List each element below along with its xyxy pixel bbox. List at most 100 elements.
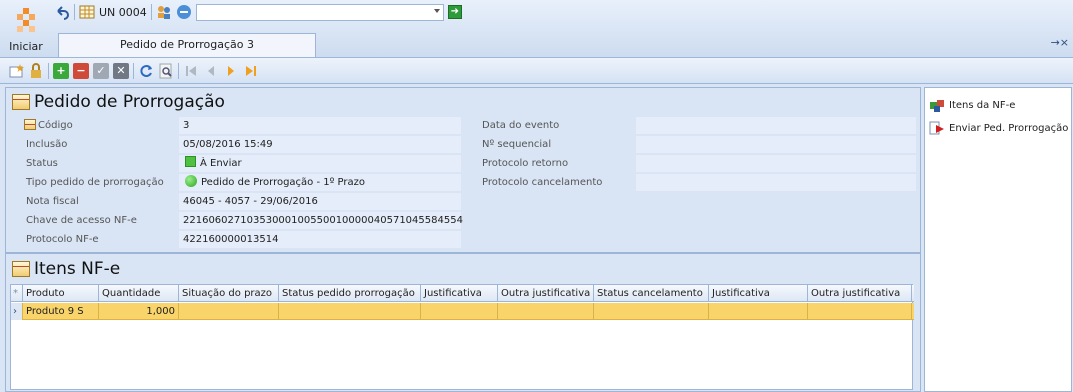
codigo-value[interactable]: 3 bbox=[179, 117, 461, 134]
field-protocolo-nfe: Protocolo NF-e 422160000013514 bbox=[6, 231, 466, 249]
field-protocolo-retorno: Protocolo retorno bbox=[476, 155, 916, 173]
data-evento-value[interactable] bbox=[636, 117, 916, 134]
cell-status-cancelamento[interactable] bbox=[594, 303, 709, 320]
previous-record-icon[interactable] bbox=[203, 63, 219, 79]
separator bbox=[74, 4, 75, 20]
cell-justificativa-2[interactable] bbox=[709, 303, 808, 320]
sequencial-value[interactable] bbox=[636, 136, 916, 153]
side-item-itens-nfe[interactable]: Itens da NF-e bbox=[929, 97, 1015, 113]
table-icon bbox=[12, 261, 30, 277]
side-item-label: Enviar Ped. Prorrogação bbox=[949, 122, 1069, 134]
tab-pedido-prorrogacao[interactable]: Pedido de Prorrogação 3 bbox=[58, 33, 316, 57]
col-header[interactable]: Quantidade bbox=[99, 285, 179, 302]
cell-quantidade[interactable]: 1,000 bbox=[99, 303, 179, 320]
field-nota-fiscal: Nota fiscal 46045 - 4057 - 29/06/2016 bbox=[6, 193, 466, 211]
page-title: Pedido de Prorrogação bbox=[34, 92, 225, 112]
inclusao-value[interactable]: 05/08/2016 15:49 bbox=[179, 136, 461, 153]
start-logo-icon bbox=[17, 8, 35, 32]
cell-situacao[interactable] bbox=[179, 303, 279, 320]
field-codigo: Código 3 bbox=[6, 117, 466, 135]
record-toolbar: + − ✓ ✕ bbox=[0, 58, 1073, 84]
field-label: Protocolo NF-e bbox=[26, 234, 99, 245]
protocolo-cancelamento-value[interactable] bbox=[636, 174, 916, 191]
field-label: Nota fiscal bbox=[26, 196, 79, 207]
col-header[interactable]: Justificativa bbox=[709, 285, 808, 302]
field-label: Status bbox=[26, 158, 58, 169]
separator bbox=[133, 62, 134, 79]
field-label: Nº sequencial bbox=[482, 139, 552, 150]
last-record-icon[interactable] bbox=[243, 63, 259, 79]
col-header[interactable]: Produto bbox=[23, 285, 99, 302]
go-arrow-button[interactable]: ➜ bbox=[447, 5, 462, 19]
separator bbox=[48, 62, 49, 79]
status-value[interactable]: À Enviar bbox=[179, 155, 461, 172]
cell-outra-justificativa[interactable] bbox=[498, 303, 594, 320]
table-icon bbox=[12, 94, 30, 110]
side-item-enviar-pedido[interactable]: Enviar Ped. Prorrogação bbox=[929, 120, 1068, 136]
field-label: Data do evento bbox=[482, 120, 560, 131]
tab-close-controls[interactable]: →× bbox=[1051, 36, 1069, 49]
users-icon[interactable] bbox=[156, 4, 172, 20]
field-protocolo-cancelamento: Protocolo cancelamento bbox=[476, 174, 916, 192]
cell-status-pedido[interactable] bbox=[279, 303, 421, 320]
items-icon bbox=[930, 100, 944, 112]
field-label: Protocolo retorno bbox=[482, 158, 569, 169]
col-header[interactable]: Status cancelamento bbox=[594, 285, 709, 302]
header-title-row: Pedido de Prorrogação bbox=[12, 92, 225, 112]
actions-side-panel: Itens da NF-e Enviar Ped. Prorrogação bbox=[924, 87, 1072, 392]
cancel-button[interactable]: ✕ bbox=[113, 62, 129, 79]
separator bbox=[178, 62, 179, 79]
separator bbox=[150, 4, 152, 20]
field-label: Código bbox=[24, 117, 73, 135]
chave-acesso-value[interactable]: 2216060271035300010055001000004057104558… bbox=[179, 212, 463, 229]
col-header[interactable]: Situação do prazo bbox=[179, 285, 279, 302]
row-indicator: › bbox=[11, 303, 23, 320]
send-icon bbox=[929, 121, 944, 135]
start-label: Iniciar bbox=[9, 40, 43, 53]
grid-header: * Produto Quantidade Situação do prazo S… bbox=[11, 285, 914, 302]
col-header[interactable]: Outra justificativa bbox=[498, 285, 594, 302]
start-button[interactable]: Iniciar bbox=[4, 2, 48, 56]
chevron-down-icon[interactable] bbox=[433, 8, 440, 13]
col-header[interactable]: Justificativa bbox=[421, 285, 498, 302]
col-header[interactable]: Outra justificativa bbox=[808, 285, 912, 302]
status-green-icon bbox=[185, 156, 196, 167]
next-record-icon[interactable] bbox=[223, 63, 239, 79]
cell-outra-justificativa-2[interactable] bbox=[808, 303, 912, 320]
field-label: Tipo pedido de prorrogação bbox=[26, 177, 164, 188]
new-record-icon[interactable] bbox=[8, 63, 24, 79]
status-dot-icon bbox=[185, 175, 197, 187]
field-inclusao: Inclusão 05/08/2016 15:49 bbox=[6, 136, 466, 154]
calendar-grid-icon[interactable] bbox=[79, 4, 95, 20]
field-data-evento: Data do evento bbox=[476, 117, 916, 135]
undo-icon[interactable] bbox=[54, 4, 70, 20]
nota-fiscal-value[interactable]: 46045 - 4057 - 29/06/2016 bbox=[179, 193, 461, 210]
cell-produto[interactable]: Produto 9 S bbox=[23, 303, 99, 320]
remove-button[interactable]: − bbox=[73, 62, 89, 79]
col-header[interactable]: Status pedido prorrogação bbox=[279, 285, 421, 302]
exchange-icon[interactable] bbox=[176, 4, 192, 20]
protocolo-nfe-value[interactable]: 422160000013514 bbox=[179, 231, 461, 248]
items-grid[interactable]: * Produto Quantidade Situação do prazo S… bbox=[10, 284, 914, 390]
field-label: Protocolo cancelamento bbox=[482, 177, 603, 188]
cell-justificativa[interactable] bbox=[421, 303, 498, 320]
unit-label[interactable]: UN 0004 bbox=[99, 6, 147, 19]
field-label: Chave de acesso NF-e bbox=[26, 215, 137, 226]
field-chave-acesso: Chave de acesso NF-e 2216060271035300010… bbox=[6, 212, 466, 230]
command-combobox[interactable] bbox=[195, 3, 444, 21]
field-status: Status À Enviar bbox=[6, 155, 466, 173]
items-title-row: Itens NF-e bbox=[12, 259, 120, 279]
add-button[interactable]: + bbox=[53, 62, 69, 79]
confirm-button[interactable]: ✓ bbox=[93, 62, 109, 79]
refresh-icon[interactable] bbox=[138, 63, 154, 79]
items-section-title: Itens NF-e bbox=[34, 259, 121, 279]
tipo-pedido-value[interactable]: Pedido de Prorrogação - 1º Prazo bbox=[179, 174, 461, 191]
field-label: Inclusão bbox=[26, 139, 68, 150]
first-record-icon[interactable] bbox=[183, 63, 199, 79]
table-row[interactable]: › Produto 9 S 1,000 bbox=[11, 303, 914, 320]
lock-icon[interactable] bbox=[28, 62, 44, 79]
field-tipo-pedido: Tipo pedido de prorrogação Pedido de Pro… bbox=[6, 174, 466, 192]
side-item-label: Itens da NF-e bbox=[949, 99, 1016, 111]
search-icon[interactable] bbox=[158, 63, 174, 79]
protocolo-retorno-value[interactable] bbox=[636, 155, 916, 172]
